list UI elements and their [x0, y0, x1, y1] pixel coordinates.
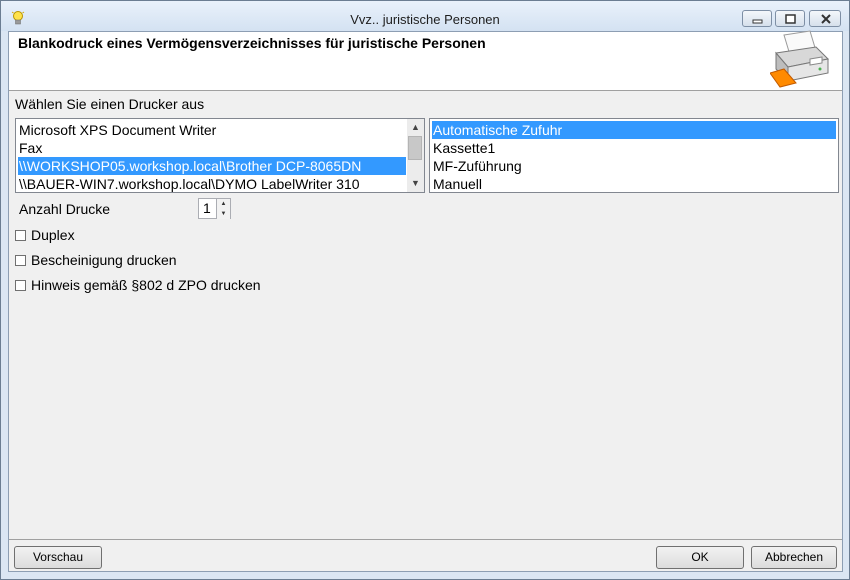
- printer-item[interactable]: Fax: [18, 139, 42, 157]
- certificate-label: Bescheinigung drucken: [31, 252, 177, 268]
- checkbox-box[interactable]: [15, 254, 26, 266]
- printer-icon: [770, 30, 830, 88]
- title-bar[interactable]: Vvz.. juristische Personen: [1, 1, 849, 31]
- header-panel: Blankodruck eines Vermögensverzeichnisse…: [9, 30, 842, 91]
- tray-item-selected[interactable]: Automatische Zufuhr: [432, 121, 836, 139]
- cancel-button[interactable]: Abbrechen: [751, 546, 837, 569]
- window-title: Vvz.. juristische Personen: [350, 12, 500, 27]
- dialog-client-area: Blankodruck eines Vermögensverzeichnisse…: [8, 30, 843, 572]
- paper-tray-listbox[interactable]: Automatische Zufuhr Kassette1 MF-Zuführu…: [429, 118, 839, 193]
- scroll-up-icon[interactable]: ▲: [407, 119, 424, 136]
- tray-item[interactable]: Kassette1: [432, 139, 495, 157]
- copies-stepper[interactable]: 1 ▲ ▼: [198, 198, 231, 219]
- notice-checkbox[interactable]: Hinweis gemäß §802 d ZPO drucken: [15, 277, 261, 293]
- printer-listbox[interactable]: Microsoft XPS Document Writer Fax \\WORK…: [15, 118, 425, 193]
- spin-up-icon[interactable]: ▲: [216, 199, 230, 209]
- tray-item[interactable]: Manuell: [432, 175, 482, 192]
- maximize-button[interactable]: [775, 10, 805, 27]
- tray-item[interactable]: MF-Zuführung: [432, 157, 522, 175]
- footer-divider: [9, 539, 842, 540]
- checkbox-box[interactable]: [15, 279, 26, 291]
- scroll-thumb[interactable]: [408, 136, 422, 160]
- printer-select-label: Wählen Sie einen Drucker aus: [15, 96, 205, 112]
- checkbox-box[interactable]: [15, 229, 26, 241]
- minimize-icon: [752, 19, 763, 24]
- certificate-checkbox[interactable]: Bescheinigung drucken: [15, 252, 177, 268]
- duplex-checkbox[interactable]: Duplex: [15, 227, 75, 243]
- printer-list-scrollbar[interactable]: ▲ ▼: [407, 119, 424, 192]
- close-button[interactable]: [809, 10, 841, 27]
- header-title: Blankodruck eines Vermögensverzeichnisse…: [18, 35, 486, 51]
- dialog-window: Vvz.. juristische Personen Blankodruck e…: [0, 0, 850, 580]
- spin-down-icon[interactable]: ▼: [216, 209, 230, 219]
- duplex-label: Duplex: [31, 227, 75, 243]
- close-icon: [821, 14, 831, 24]
- copies-label: Anzahl Drucke: [19, 201, 111, 217]
- printer-item[interactable]: \\BAUER-WIN7.workshop.local\DYMO LabelWr…: [18, 175, 360, 192]
- printer-item-selected[interactable]: \\WORKSHOP05.workshop.local\Brother DCP-…: [18, 157, 406, 175]
- maximize-icon: [785, 14, 796, 24]
- preview-button[interactable]: Vorschau: [14, 546, 102, 569]
- minimize-button[interactable]: [742, 10, 772, 27]
- ok-button[interactable]: OK: [656, 546, 744, 569]
- printer-item[interactable]: Microsoft XPS Document Writer: [18, 121, 216, 139]
- notice-label: Hinweis gemäß §802 d ZPO drucken: [31, 277, 261, 293]
- copies-value[interactable]: 1: [203, 200, 211, 216]
- scroll-down-icon[interactable]: ▼: [407, 175, 424, 192]
